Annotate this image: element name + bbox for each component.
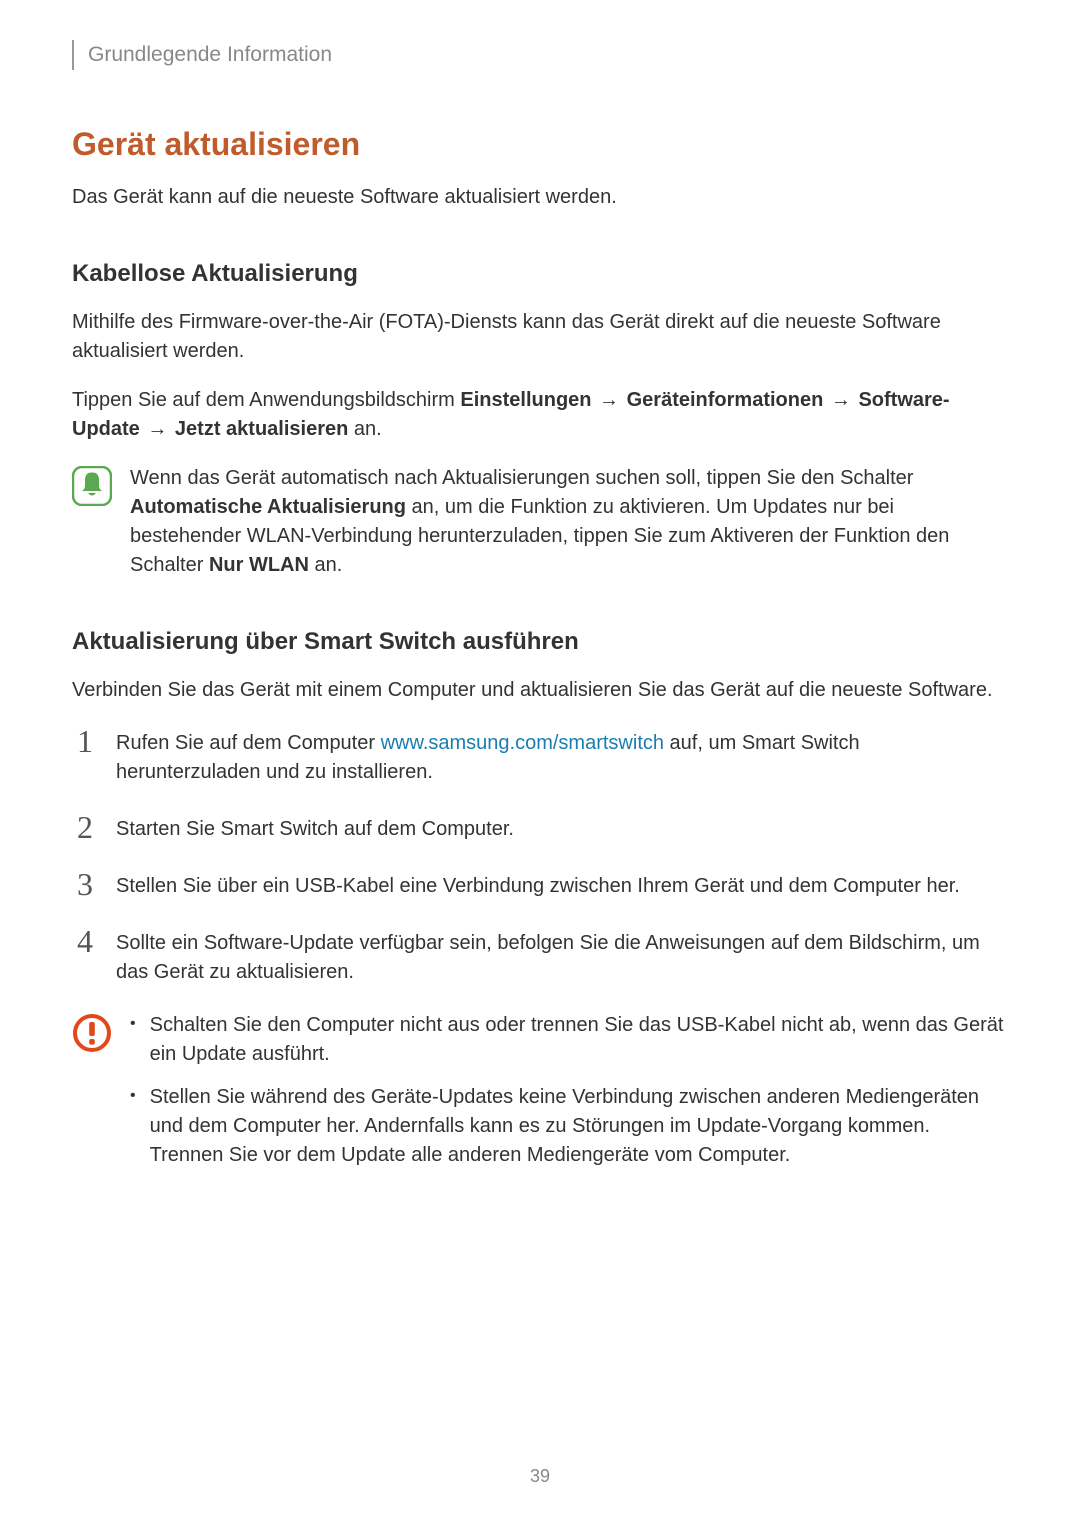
note-bold-wlan: Nur WLAN bbox=[209, 554, 309, 576]
step-number: 4 bbox=[72, 925, 98, 987]
path-settings: Einstellungen bbox=[460, 389, 591, 411]
step-number: 2 bbox=[72, 811, 98, 844]
note-text: Wenn das Gerät automatisch nach Aktualis… bbox=[130, 464, 1008, 580]
page-title: Gerät aktualisieren bbox=[72, 126, 1008, 163]
path-prefix: Tippen Sie auf dem Anwendungsbildschirm bbox=[72, 389, 460, 411]
smartswitch-link[interactable]: www.samsung.com/smartswitch bbox=[381, 732, 664, 754]
step-item: 1 Rufen Sie auf dem Computer www.samsung… bbox=[72, 725, 1008, 787]
intro-paragraph: Das Gerät kann auf die neueste Software … bbox=[72, 183, 1008, 212]
warning-content: • Schalten Sie den Computer nicht aus od… bbox=[130, 1011, 1008, 1184]
bullet-item: • Schalten Sie den Computer nicht aus od… bbox=[130, 1011, 1008, 1069]
step-number: 3 bbox=[72, 868, 98, 901]
subheading-smartswitch: Aktualisierung über Smart Switch ausführ… bbox=[72, 628, 1008, 656]
step-item: 4 Sollte ein Software-Update verfügbar s… bbox=[72, 925, 1008, 987]
bullet-item: • Stellen Sie während des Geräte-Updates… bbox=[130, 1083, 1008, 1170]
step-item: 3 Stellen Sie über ein USB-Kabel eine Ve… bbox=[72, 868, 1008, 901]
note-icon bbox=[72, 466, 112, 506]
breadcrumb-bar: Grundlegende Information bbox=[72, 40, 1008, 70]
arrow-icon: → bbox=[592, 389, 627, 411]
step-item: 2 Starten Sie Smart Switch auf dem Compu… bbox=[72, 811, 1008, 844]
bullet-dot-icon: • bbox=[130, 1011, 136, 1069]
step-number: 1 bbox=[72, 725, 98, 787]
arrow-icon: → bbox=[823, 389, 858, 411]
navigation-path: Tippen Sie auf dem Anwendungsbildschirm … bbox=[72, 386, 1008, 444]
step-text: Stellen Sie über ein USB-Kabel eine Verb… bbox=[116, 868, 960, 901]
smartswitch-paragraph: Verbinden Sie das Gerät mit einem Comput… bbox=[72, 676, 1008, 705]
step-text: Starten Sie Smart Switch auf dem Compute… bbox=[116, 811, 514, 844]
subheading-wireless-update: Kabellose Aktualisierung bbox=[72, 260, 1008, 288]
step-text: Sollte ein Software-Update verfügbar sei… bbox=[116, 925, 1008, 987]
note-seg3: an. bbox=[309, 554, 342, 576]
ordered-steps: 1 Rufen Sie auf dem Computer www.samsung… bbox=[72, 725, 1008, 987]
breadcrumb: Grundlegende Information bbox=[88, 43, 332, 67]
bullet-text: Schalten Sie den Computer nicht aus oder… bbox=[150, 1011, 1008, 1069]
note-seg1: Wenn das Gerät automatisch nach Aktualis… bbox=[130, 467, 913, 489]
path-suffix: an. bbox=[348, 418, 381, 440]
warning-icon bbox=[72, 1013, 112, 1053]
page-number: 39 bbox=[0, 1466, 1080, 1487]
warning-block: • Schalten Sie den Computer nicht aus od… bbox=[72, 1011, 1008, 1184]
note-bold-auto: Automatische Aktualisierung bbox=[130, 496, 406, 518]
step-text: Rufen Sie auf dem Computer www.samsung.c… bbox=[116, 725, 1008, 787]
bullet-text: Stellen Sie während des Geräte-Updates k… bbox=[150, 1083, 1008, 1170]
bullet-dot-icon: • bbox=[130, 1083, 136, 1170]
path-deviceinfo: Geräteinformationen bbox=[627, 389, 824, 411]
path-updatenow: Jetzt aktualisieren bbox=[175, 418, 348, 440]
note-block: Wenn das Gerät automatisch nach Aktualis… bbox=[72, 464, 1008, 580]
step1-a: Rufen Sie auf dem Computer bbox=[116, 732, 381, 754]
wireless-update-paragraph: Mithilfe des Firmware-over-the-Air (FOTA… bbox=[72, 308, 1008, 366]
arrow-icon: → bbox=[140, 418, 175, 440]
